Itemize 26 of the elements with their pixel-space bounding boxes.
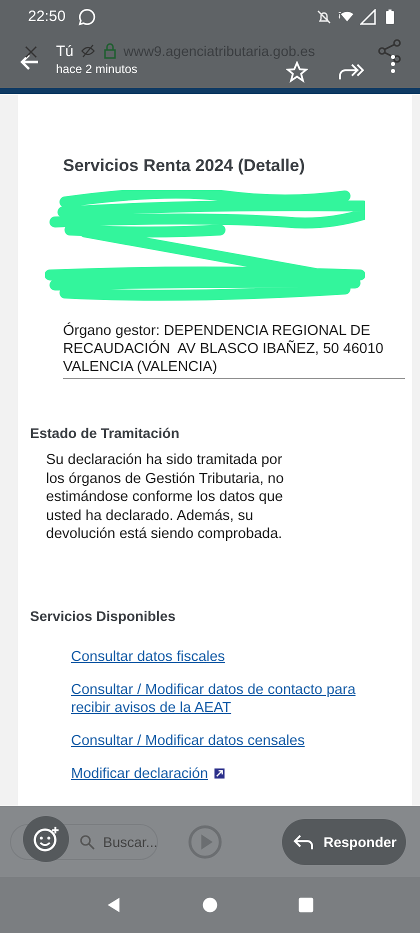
sender-name: Tú: [56, 42, 74, 60]
reply-button[interactable]: Responder: [282, 818, 406, 864]
timestamp: hace 2 minutos: [56, 62, 138, 76]
service-link[interactable]: Consultar / Modificar datos censales: [71, 732, 305, 750]
page-title: Servicios Renta 2024 (Detalle): [63, 156, 306, 176]
signal-icon: [360, 8, 376, 24]
lock-icon: [102, 43, 118, 59]
chat-bubble-icon: [78, 8, 96, 26]
reply-icon: [292, 832, 314, 850]
service-link[interactable]: Modificar declaración: [71, 764, 208, 782]
service-link[interactable]: Consultar datos fiscales: [71, 648, 225, 666]
service-link[interactable]: Consultar / Modificar datos de contacto para recibir avisos de la AEAT: [71, 680, 371, 716]
status-paragraph: Su declaración ha sido tramitada por los órganos de Gestión Tributaria, no estimándose conforme los datos que usted ha declarado. Además, su devolución está siendo comprobada.: [46, 451, 284, 544]
section-heading: Servicios Disponibles: [30, 608, 176, 624]
section-heading: Estado de Tramitación: [30, 425, 180, 441]
home-icon[interactable]: [201, 896, 219, 914]
star-icon[interactable]: [286, 61, 308, 83]
muted-bell-icon: [316, 8, 332, 24]
organ-text: Órgano gestor: DEPENDENCIA REGIONAL DE RECAUDACIÓN AV BLASCO IBAÑEZ, 50 46010 VALENCIA (VALENCIA): [63, 322, 405, 379]
recents-icon[interactable]: [297, 896, 315, 914]
status-time: 22:50: [28, 8, 66, 25]
crossed-eye-icon: [80, 43, 96, 59]
close-icon[interactable]: [24, 45, 38, 59]
add-reaction-button[interactable]: [23, 816, 69, 862]
search-icon: [79, 834, 95, 850]
smiley-plus-icon: [32, 825, 60, 853]
